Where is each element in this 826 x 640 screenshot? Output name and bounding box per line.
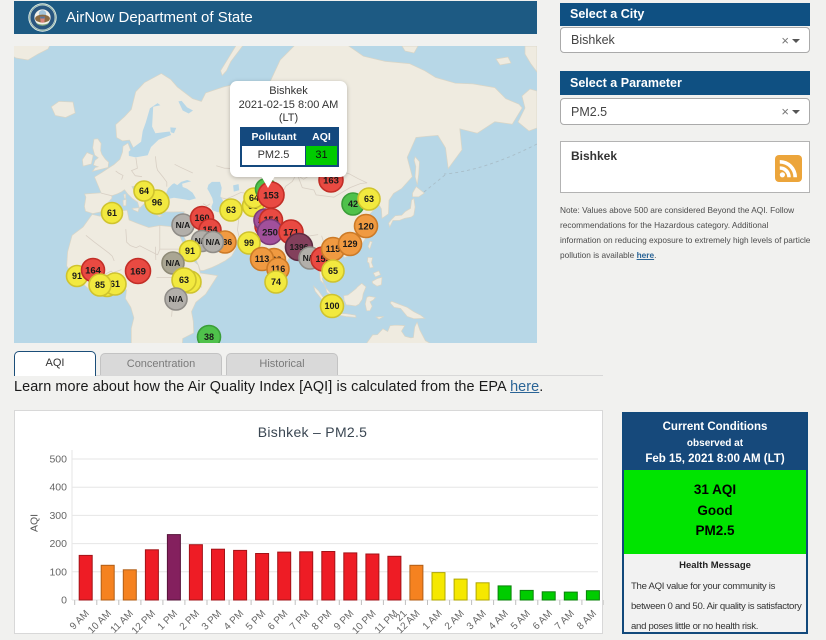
svg-text:1 AM: 1 AM [421, 608, 445, 632]
svg-text:8 AM: 8 AM [575, 608, 599, 632]
svg-text:63: 63 [364, 194, 374, 204]
svg-text:74: 74 [271, 277, 281, 287]
svg-text:N/A: N/A [166, 258, 181, 268]
svg-text:113: 113 [255, 254, 270, 264]
svg-text:12 PM: 12 PM [130, 608, 158, 635]
svg-text:300: 300 [49, 510, 67, 522]
svg-text:65: 65 [328, 266, 338, 276]
svg-text:AQI: AQI [29, 514, 41, 532]
svg-text:100: 100 [49, 566, 67, 578]
svg-text:63: 63 [179, 275, 189, 285]
svg-text:1 PM: 1 PM [156, 608, 180, 632]
svg-text:5 PM: 5 PM [244, 608, 268, 632]
svg-text:99: 99 [244, 238, 254, 248]
svg-text:200: 200 [49, 538, 67, 550]
svg-text:400: 400 [49, 482, 67, 494]
svg-text:91: 91 [72, 271, 82, 281]
svg-text:42: 42 [348, 199, 358, 209]
svg-text:153: 153 [263, 190, 279, 201]
svg-text:2 PM: 2 PM [178, 608, 202, 632]
svg-text:120: 120 [358, 221, 374, 232]
svg-text:96: 96 [152, 197, 163, 208]
svg-text:64: 64 [139, 186, 149, 196]
svg-text:38: 38 [204, 332, 214, 342]
svg-text:2 AM: 2 AM [443, 608, 467, 632]
svg-text:250: 250 [262, 227, 278, 238]
svg-text:6 PM: 6 PM [266, 608, 290, 632]
svg-text:6 AM: 6 AM [531, 608, 555, 632]
svg-text:7 PM: 7 PM [288, 608, 312, 632]
svg-text:169: 169 [130, 266, 146, 277]
svg-text:4 AM: 4 AM [487, 608, 511, 632]
svg-text:63: 63 [226, 205, 236, 215]
svg-text:100: 100 [324, 301, 339, 311]
svg-text:163: 163 [323, 175, 339, 186]
svg-text:500: 500 [49, 454, 67, 466]
svg-text:85: 85 [95, 280, 105, 290]
svg-text:3 PM: 3 PM [200, 608, 224, 632]
svg-text:7 AM: 7 AM [553, 608, 577, 632]
svg-text:0: 0 [61, 595, 67, 607]
svg-text:N/A: N/A [169, 294, 184, 304]
svg-text:3 AM: 3 AM [465, 608, 489, 632]
svg-text:61: 61 [107, 208, 117, 218]
svg-text:10 AM: 10 AM [86, 608, 114, 635]
svg-text:8 PM: 8 PM [310, 608, 334, 632]
svg-text:4 PM: 4 PM [222, 608, 246, 632]
svg-text:5 AM: 5 AM [509, 608, 533, 632]
svg-text:N/A: N/A [176, 220, 191, 230]
svg-text:129: 129 [342, 239, 357, 249]
svg-text:N/A: N/A [206, 237, 221, 247]
svg-text:91: 91 [185, 246, 195, 256]
